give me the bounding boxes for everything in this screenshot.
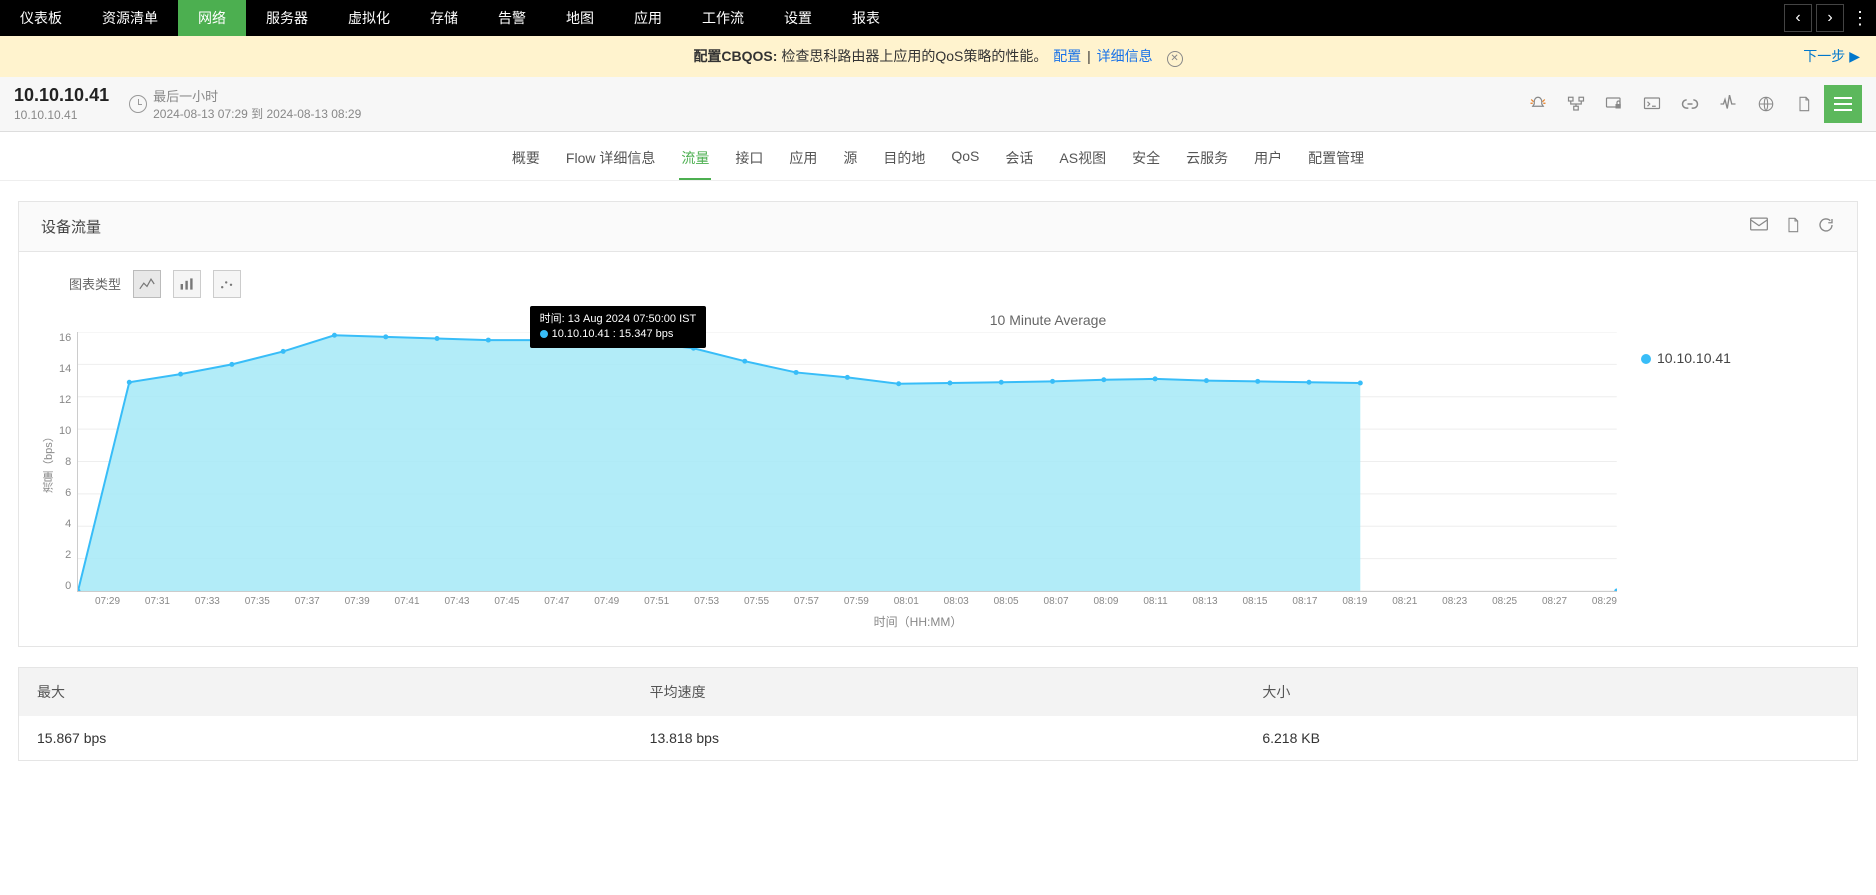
subtab-4[interactable]: 应用 [787, 144, 819, 180]
time-range-value: 2024-08-13 07:29 到 2024-08-13 08:29 [153, 105, 361, 122]
nav-more-button[interactable]: ⋮ [1844, 8, 1876, 29]
page-title: 10.10.10.41 [14, 85, 109, 106]
subtab-13[interactable]: 配置管理 [1306, 144, 1366, 180]
banner-detail-link[interactable]: 详细信息 [1097, 48, 1153, 64]
top-nav: 仪表板资源清单网络服务器虚拟化存储告警地图应用工作流设置报表 ‹ › ⋮ [0, 0, 1876, 36]
chart-xlabel: 时间（HH:MM） [39, 607, 1797, 636]
summary-header-1: 平均速度 [632, 668, 1245, 716]
summary-cell-2: 6.218 KB [1244, 716, 1857, 760]
topnav-item-11[interactable]: 报表 [832, 0, 900, 36]
chart-type-bar-button[interactable] [173, 270, 201, 298]
subtab-3[interactable]: 接口 [733, 144, 765, 180]
alert-icon[interactable] [1528, 96, 1548, 112]
chart-tooltip: 时间: 13 Aug 2024 07:50:00 IST 10.10.10.41… [530, 306, 707, 349]
topnav-item-0[interactable]: 仪表板 [0, 0, 82, 36]
monitor-lock-icon[interactable] [1604, 96, 1624, 112]
topnav-item-10[interactable]: 设置 [764, 0, 832, 36]
chart-xaxis: 07:2907:3107:3307:3507:3707:3907:4107:43… [95, 592, 1617, 607]
subtab-8[interactable]: 会话 [1003, 144, 1035, 180]
mail-icon[interactable] [1749, 216, 1769, 237]
hamburger-menu-button[interactable] [1824, 85, 1862, 123]
chart-legend: 10.10.10.41 [1617, 332, 1797, 592]
chart-yaxis: 1614121086420 [59, 332, 77, 592]
subtab-10[interactable]: 安全 [1130, 144, 1162, 180]
summary-cell-0: 15.867 bps [19, 716, 632, 760]
pdf-icon[interactable] [1794, 96, 1814, 112]
topnav-item-8[interactable]: 应用 [614, 0, 682, 36]
topnav-item-9[interactable]: 工作流 [682, 0, 764, 36]
link-icon[interactable] [1680, 96, 1700, 112]
subtab-0[interactable]: 概要 [510, 144, 542, 180]
chart-ylabel: 流量（bps） [39, 332, 59, 592]
panel-title: 设备流量 [41, 216, 101, 237]
subtab-6[interactable]: 目的地 [881, 144, 927, 180]
pulse-icon[interactable] [1718, 96, 1738, 112]
topnav-item-2[interactable]: 网络 [178, 0, 246, 36]
topnav-item-7[interactable]: 地图 [546, 0, 614, 36]
subtab-7[interactable]: QoS [949, 144, 981, 180]
refresh-icon[interactable] [1817, 216, 1835, 237]
page-subtitle: 10.10.10.41 [14, 108, 109, 122]
traffic-panel: 设备流量 图表类型 10 Minute Average 时间: 13 A [18, 201, 1858, 647]
page-header: 10.10.10.41 10.10.10.41 最后一小时 2024-08-13… [0, 77, 1876, 132]
summary-header-0: 最大 [19, 668, 632, 716]
subtab-9[interactable]: AS视图 [1057, 144, 1108, 180]
clock-icon [129, 95, 147, 113]
subtab-12[interactable]: 用户 [1252, 144, 1284, 180]
nav-prev-button[interactable]: ‹ [1784, 4, 1812, 32]
summary-table: 最大平均速度大小 15.867 bps13.818 bps6.218 KB [18, 667, 1858, 761]
banner-close-icon[interactable]: ✕ [1167, 51, 1183, 67]
globe-icon[interactable] [1756, 96, 1776, 112]
subtab-2[interactable]: 流量 [679, 144, 711, 180]
chart-type-line-button[interactable] [133, 270, 161, 298]
time-range-label: 最后一小时 [153, 86, 361, 105]
config-banner: 配置CBQOS: 检查思科路由器上应用的QoS策略的性能。 配置 | 详细信息 … [0, 36, 1876, 77]
header-toolbar [1528, 96, 1814, 112]
subtab-1[interactable]: Flow 详细信息 [564, 144, 657, 180]
nav-next-button[interactable]: › [1816, 4, 1844, 32]
chart-plotarea[interactable] [77, 332, 1617, 592]
sub-tabs: 概要 Flow 详细信息流量接口应用源目的地 QoS 会话 AS视图安全云服务用户配置管… [0, 132, 1876, 181]
topnav-item-6[interactable]: 告警 [478, 0, 546, 36]
topology-icon[interactable] [1566, 96, 1586, 112]
subtab-11[interactable]: 云服务 [1184, 144, 1230, 180]
banner-text: 检查思科路由器上应用的QoS策略的性能。 [777, 48, 1047, 64]
summary-header-2: 大小 [1244, 668, 1857, 716]
summary-cell-1: 13.818 bps [632, 716, 1245, 760]
chart-type-scatter-button[interactable] [213, 270, 241, 298]
topnav-item-1[interactable]: 资源清单 [82, 0, 178, 36]
pdf-export-icon[interactable] [1785, 216, 1801, 237]
banner-next-button[interactable]: 下一步▶ [1803, 46, 1860, 66]
chart-type-label: 图表类型 [69, 274, 121, 293]
subtab-5[interactable]: 源 [841, 144, 859, 180]
banner-config-link[interactable]: 配置 [1053, 48, 1081, 64]
topnav-item-4[interactable]: 虚拟化 [328, 0, 410, 36]
topnav-item-3[interactable]: 服务器 [246, 0, 328, 36]
topnav-item-5[interactable]: 存储 [410, 0, 478, 36]
banner-prefix: 配置CBQOS: [693, 48, 777, 64]
chart-title: 10 Minute Average [299, 310, 1797, 332]
terminal-icon[interactable] [1642, 96, 1662, 112]
